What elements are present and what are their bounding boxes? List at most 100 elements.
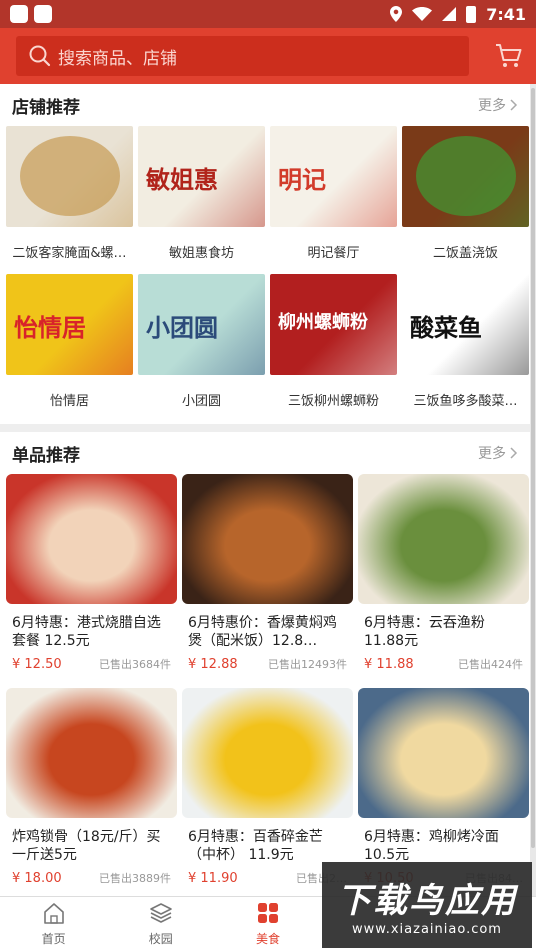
shop-card[interactable]: 小团圆 小团圆 [138,274,265,422]
shop-image: 明记 [270,126,397,227]
search-placeholder: 搜索商品、店铺 [58,48,177,69]
product-title: 6月特惠：鸡柳烤冷面10.5元 [364,829,499,863]
shop-image: 怡情居 [6,274,133,375]
status-bar: 7:41 [0,0,536,28]
product-title: 6月特惠：港式烧腊自选套餐 12.5元 [12,615,161,649]
cart-button[interactable] [492,39,526,73]
section-header: 店铺推荐 更多 [0,84,530,126]
cart-icon [496,44,522,67]
shop-name: 明记餐厅 [307,246,360,261]
product-title: 炸鸡锁骨（18元/斤）买一斤送5元 [12,829,161,863]
shop-logo-text: 小团圆 [146,313,218,342]
product-title: 6月特惠：百香碎金芒（中杯） 11.9元 [188,829,323,863]
shop-name: 小团圆 [181,394,221,409]
product-sold-count: 已售出424件 [458,658,523,671]
product-price: ¥ 12.50 [12,657,62,672]
product-price: ¥ 12.88 [188,657,238,672]
food-plate [20,136,120,216]
shop-image: 酸菜鱼 [402,274,529,375]
watermark-title: 下载鸟应用 [337,881,517,921]
tab-label: 校园 [148,932,173,946]
product-footer: ¥ 18.00 已售出3889件 [12,870,171,886]
tab-label: 美食 [256,932,281,946]
watermark-url: www.xiazainiao.com [352,922,502,937]
tab-label: 首页 [41,932,66,946]
shop-image [6,126,133,227]
shop-image: 敏姐惠 [138,126,265,227]
shop-logo-text: 柳州螺蛳粉 [278,312,368,333]
product-footer: ¥ 12.88 已售出12493件 [188,656,347,672]
status-icons: 7:41 [390,5,526,24]
product-title: 6月特惠价：香爆黄焖鸡煲（配米饭）12.8… [188,615,337,649]
product-image [358,688,529,818]
shop-logo-text: 明记 [278,165,326,194]
shop-name: 敏姐惠食坊 [168,246,234,261]
shop-card[interactable]: 明记明记餐厅 [270,126,397,274]
product-grid: 6月特惠：港式烧腊自选套餐 12.5元 ¥ 12.50 已售出3684件 6月特惠价：… [0,474,530,902]
location-icon [390,6,403,22]
product-card[interactable]: 6月特惠：云吞渔粉 11.88元 ¥ 11.88 已售出424件 [358,474,529,688]
shop-card[interactable]: 敏姐惠敏姐惠食坊 [138,126,265,274]
app-bar: 搜索商品、店铺 [0,28,536,84]
notification-icons [10,5,52,23]
product-card[interactable]: 6月特惠价：香爆黄焖鸡煲（配米饭）12.8… ¥ 12.88 已售出12493件 [182,474,353,688]
product-sold-count: 已售出12493件 [268,658,347,671]
signal-icon [442,7,457,21]
product-sold-count: 已售出3889件 [99,872,171,885]
search-icon [29,45,51,67]
more-shops-link[interactable]: 更多 [478,95,518,115]
shop-grid: 二饭客家腌面&螺… 敏姐惠 敏姐惠食坊 明记 明记餐厅 二饭盖浇饭 怡情居 怡情居 小团圆 小团圆… [0,126,530,422]
food-plate [416,136,516,216]
product-price: ¥ 18.00 [12,871,62,886]
shop-recommend-section: 店铺推荐 更多 二饭客家腌面&螺… 敏姐惠 敏姐惠食坊 明记 明记餐厅 二饭盖浇饭 怡情居怡… [0,84,530,424]
section-title: 单品推荐 [12,445,80,466]
tab-1[interactable]: 首页 [0,897,107,952]
status-time: 7:41 [486,4,526,24]
product-card[interactable]: 6月特惠：港式烧腊自选套餐 12.5元 ¥ 12.50 已售出3684件 [6,474,177,688]
search-input[interactable]: 搜索商品、店铺 [16,36,469,76]
product-recommend-section: 单品推荐 更多 6月特惠：港式烧腊自选套餐 12.5元 ¥ 12.50 已售出368… [0,432,530,896]
product-image [358,474,529,604]
shop-logo-text: 怡情居 [14,313,86,342]
product-sold-count: 已售出3684件 [99,658,171,671]
product-card[interactable]: 炸鸡锁骨（18元/斤）买一斤送5元 ¥ 18.00 已售出3889件 [6,688,177,902]
chevron-right-icon [510,99,518,111]
shop-image [402,126,529,227]
shop-name: 怡情居 [49,394,89,409]
watermark: 下载鸟应用 www.xiazainiao.com [322,862,532,948]
tab-2[interactable]: 校园 [107,897,214,952]
shop-card[interactable]: 二饭客家腌面&螺… [6,126,133,274]
product-image [6,474,177,604]
more-label: 更多 [478,446,506,462]
wifi-icon [412,7,433,21]
notification-icon [10,5,28,23]
section-header: 单品推荐 更多 [0,432,530,474]
battery-icon [466,5,477,23]
shop-name: 三饭鱼哆多酸菜… [413,394,518,409]
shop-card[interactable]: 酸菜鱼三饭鱼哆多酸菜… [402,274,529,422]
notification-icon [34,5,52,23]
layers-icon [149,902,173,927]
product-footer: ¥ 12.50 已售出3684件 [12,656,171,672]
grid-icon [256,902,280,927]
product-price: ¥ 11.90 [188,871,238,886]
product-footer: ¥ 11.88 已售出424件 [364,656,523,672]
product-image [182,474,353,604]
tab-3[interactable]: 美食 [214,897,321,952]
shop-card[interactable]: 二饭盖浇饭 [402,126,529,274]
product-image [6,688,177,818]
more-label: 更多 [478,98,506,114]
more-products-link[interactable]: 更多 [478,443,518,463]
section-title: 店铺推荐 [12,97,80,118]
product-title: 6月特惠：云吞渔粉 11.88元 [364,615,485,649]
shop-logo-text: 敏姐惠 [146,165,218,194]
shop-card[interactable]: 怡情居 怡情居 [6,274,133,422]
shop-name: 三饭柳州螺蛳粉 [287,394,379,409]
chevron-right-icon [510,447,518,459]
scrollbar-thumb[interactable] [531,88,535,848]
shop-image: 小团圆 [138,274,265,375]
shop-logo-text: 酸菜鱼 [410,313,482,342]
shop-name: 二饭盖浇饭 [432,246,498,261]
shop-card[interactable]: 柳州螺蛳粉三饭柳州螺蛳粉 [270,274,397,422]
home-icon [42,902,66,927]
